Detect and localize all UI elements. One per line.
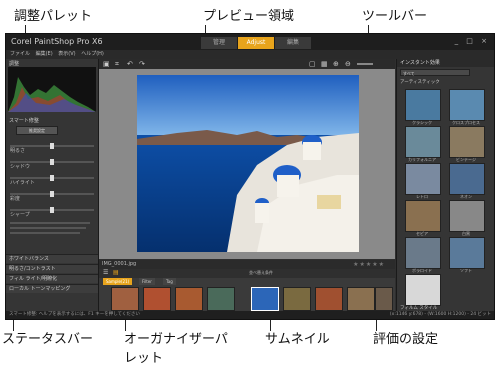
status-bar: スマート修整: ヘルプを表示するには、F1 キーを押してください (x:1146… bbox=[6, 311, 494, 319]
effect-thumbnail[interactable] bbox=[449, 200, 485, 232]
menu-bar: ファイル 編集(E) 表示(V) ヘルプ(H) bbox=[6, 50, 494, 59]
adjust-palette-title: 調整 bbox=[9, 61, 20, 67]
status-text: スマート修整: ヘルプを表示するには、F1 キーを押してください bbox=[9, 312, 140, 317]
thumbnail-selected[interactable] bbox=[251, 287, 279, 311]
slider-shadow[interactable]: シャドウ bbox=[10, 153, 94, 170]
smart-fix-heading: スマート修整 bbox=[9, 118, 39, 124]
effect-thumbnail[interactable] bbox=[405, 274, 441, 306]
effect-thumbnail[interactable] bbox=[405, 237, 441, 269]
preview-photo bbox=[137, 75, 359, 252]
menu-edit[interactable]: 編集(E) bbox=[36, 51, 53, 57]
effect-thumbnail[interactable] bbox=[405, 200, 441, 232]
histogram bbox=[8, 67, 96, 112]
section-white-balance[interactable]: ホワイトバランス bbox=[6, 254, 98, 263]
app-title: Corel PaintShop Pro X6 bbox=[11, 37, 103, 46]
thumbnail[interactable] bbox=[315, 287, 343, 311]
rotate-left-icon[interactable]: ↶ bbox=[127, 60, 133, 68]
callout-rating: 評価の設定 bbox=[373, 332, 439, 347]
tab-adjust[interactable]: Adjust bbox=[238, 37, 274, 49]
callout-organizer-palette-1: オーガナイザーパ bbox=[124, 332, 228, 347]
section-tone-mapping[interactable]: ローカル トーンマッピング bbox=[6, 284, 98, 293]
preview-area bbox=[99, 69, 395, 259]
save-icon[interactable]: ▣ bbox=[103, 60, 110, 68]
thumbnail[interactable] bbox=[207, 287, 235, 311]
effect-label: ソフト bbox=[460, 268, 472, 273]
effect-thumbnail[interactable] bbox=[449, 126, 485, 158]
slider-brightness[interactable]: 明るさ bbox=[10, 137, 94, 154]
tab-edit[interactable]: 編集 bbox=[275, 37, 311, 49]
slider-sharpen-label: シャープ bbox=[10, 212, 30, 218]
effect-thumbnail[interactable] bbox=[405, 163, 441, 195]
slider-sharpen[interactable]: シャープ bbox=[10, 201, 94, 218]
effect-thumbnail[interactable] bbox=[405, 126, 441, 158]
slider-knob[interactable] bbox=[50, 159, 54, 165]
menu-view[interactable]: 表示(V) bbox=[58, 51, 75, 57]
zoom-out-icon[interactable]: ⊖ bbox=[345, 60, 351, 68]
slider-knob[interactable] bbox=[50, 207, 54, 213]
effect-thumbnail[interactable] bbox=[449, 237, 485, 269]
slider-highlight[interactable]: ハイライト bbox=[10, 169, 94, 186]
rating-stars[interactable]: ★★★★★ bbox=[353, 261, 385, 268]
menu-help[interactable]: ヘルプ(H) bbox=[81, 51, 104, 57]
thumbnail[interactable] bbox=[375, 287, 393, 311]
effect-thumbnail[interactable] bbox=[449, 89, 485, 121]
thumbnail[interactable] bbox=[111, 287, 139, 311]
adjust-palette: 調整 スマート修整 推奨設定 明るさ シャドウ ハイライト 彩度 シャープ ホワ… bbox=[6, 59, 99, 311]
section-fill-light[interactable]: フィル ライト/明瞭化 bbox=[6, 274, 98, 283]
window-controls[interactable]: _ □ × bbox=[455, 37, 490, 45]
help-text-block bbox=[10, 219, 94, 245]
zoom-in-icon[interactable]: ⊕ bbox=[333, 60, 339, 68]
organizer-toolbar: ☰ ▤ 並べ替え条件 bbox=[99, 269, 395, 278]
thumbnail[interactable] bbox=[347, 287, 375, 311]
santorini-photo bbox=[137, 75, 359, 252]
histogram-graph bbox=[8, 77, 96, 112]
effect-thumbnail[interactable] bbox=[449, 163, 485, 195]
app-window: Corel PaintShop Pro X6 管理 Adjust 編集 _ □ … bbox=[5, 33, 495, 320]
rotate-right-icon[interactable]: ↷ bbox=[139, 60, 145, 68]
callout-thumbnail: サムネイル bbox=[265, 332, 330, 347]
toolbar: ▣ ⌗ ↶ ↷ ▢ ▦ ⊕ ⊖ bbox=[99, 59, 395, 69]
section-brightness-contrast[interactable]: 明るさ/コントラスト bbox=[6, 264, 98, 273]
title-bar: Corel PaintShop Pro X6 管理 Adjust 編集 _ □ … bbox=[6, 34, 494, 50]
slider-saturation[interactable]: 彩度 bbox=[10, 185, 94, 202]
actual-size-icon[interactable]: ▦ bbox=[321, 60, 328, 68]
filename-bar: IMG_0001.jpg ★★★★★ bbox=[99, 260, 395, 269]
fit-icon[interactable]: ▢ bbox=[309, 60, 316, 68]
organizer-tab-sample[interactable]: Sample(21) bbox=[103, 278, 133, 285]
menu-file[interactable]: ファイル bbox=[10, 51, 30, 57]
slider-knob[interactable] bbox=[50, 191, 54, 197]
organizer-palette: ☰ ▤ 並べ替え条件 Sample(21) Filter Tag bbox=[99, 269, 395, 311]
callout-adjust-palette: 調整パレット bbox=[14, 9, 93, 24]
callout-organizer-palette-2: レット bbox=[124, 351, 164, 366]
thumbnail[interactable] bbox=[143, 287, 171, 311]
effects-dropdown[interactable]: すべて bbox=[400, 69, 470, 76]
organizer-folder-icon[interactable]: ▤ bbox=[113, 269, 119, 276]
callout-status-bar: ステータスバー bbox=[2, 332, 94, 347]
crop-icon[interactable]: ⌗ bbox=[115, 60, 119, 69]
instant-effects-title: インスタント効果 bbox=[397, 59, 494, 67]
current-filename: IMG_0001.jpg bbox=[102, 261, 137, 267]
instant-effects-palette: インスタント効果 すべて アーティスティック クラシック クロスプロセス カリフ… bbox=[396, 59, 494, 311]
organizer-tab-filter[interactable]: Filter bbox=[139, 278, 155, 285]
callout-toolbar: ツールバー bbox=[362, 9, 428, 24]
slider-knob[interactable] bbox=[50, 143, 54, 149]
zoom-slider[interactable] bbox=[357, 63, 373, 65]
suggest-settings-button[interactable]: 推奨設定 bbox=[16, 126, 58, 135]
effects-category: アーティスティック bbox=[400, 80, 440, 85]
effect-thumbnail[interactable] bbox=[405, 89, 441, 121]
organizer-view-icon[interactable]: ☰ bbox=[103, 269, 108, 276]
thumbnail[interactable] bbox=[283, 287, 311, 311]
status-info: (x:1146 y:678) - (W:1600 H:1200) - 24 ビッ… bbox=[389, 312, 491, 317]
slider-knob[interactable] bbox=[50, 175, 54, 181]
organizer-tab-tag[interactable]: Tag bbox=[163, 278, 176, 285]
thumbnail[interactable] bbox=[175, 287, 203, 311]
callout-preview-area: プレビュー領域 bbox=[203, 9, 295, 24]
tab-manage[interactable]: 管理 bbox=[201, 37, 237, 49]
sort-label[interactable]: 並べ替え条件 bbox=[249, 270, 273, 276]
